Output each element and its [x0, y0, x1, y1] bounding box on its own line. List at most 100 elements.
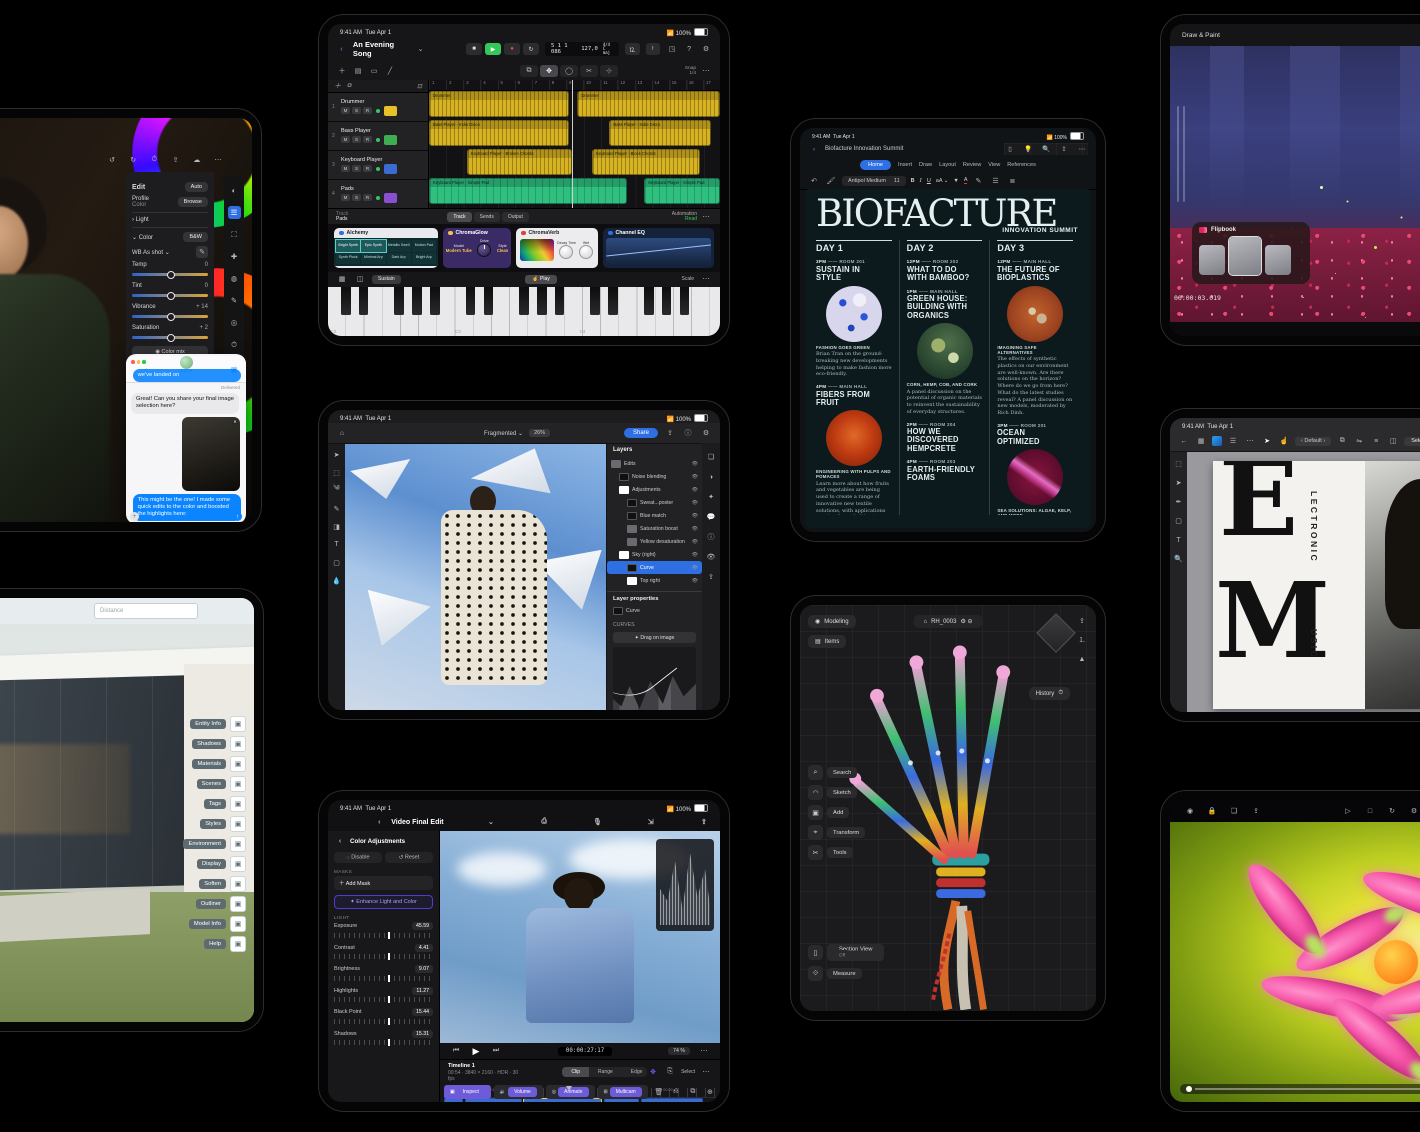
viewer-zoom[interactable]: 74 %: [668, 1047, 690, 1055]
layer-row[interactable]: Top right👁: [607, 574, 702, 587]
help-icon[interactable]: ?: [683, 43, 695, 55]
property-item[interactable]: Curve: [613, 602, 696, 619]
light-section[interactable]: › Light: [132, 217, 149, 223]
share-button[interactable]: Share: [624, 428, 658, 438]
brush-tool-icon[interactable]: ✎: [331, 503, 342, 514]
stop-icon[interactable]: □: [1364, 805, 1376, 817]
keyboard-icon[interactable]: ▦: [336, 273, 348, 285]
thumbnail-icon[interactable]: ⎘: [664, 1066, 676, 1078]
mute-button[interactable]: M: [341, 194, 350, 201]
tool-item[interactable]: ▣ Add: [808, 805, 865, 820]
panel-button[interactable]: Soften ▣: [183, 876, 246, 892]
zoom-level[interactable]: 26%: [529, 429, 550, 437]
project-title[interactable]: Video Final Edit: [391, 819, 443, 826]
alchemy-preset[interactable]: Motion Pad: [412, 240, 436, 252]
plugin-chromaverb[interactable]: ChromaVerb Decay Time Wet: [516, 228, 598, 268]
adjustment-slider[interactable]: Highlights 11.27: [334, 987, 433, 1003]
curves-section[interactable]: CURVES: [613, 622, 696, 628]
adjust-icon[interactable]: ◑: [705, 471, 717, 483]
flip-icon[interactable]: ⇋: [1353, 435, 1365, 447]
layer-row[interactable]: Blue match👁: [607, 509, 702, 522]
timeline-tab[interactable]: Range: [589, 1067, 622, 1077]
more-icon[interactable]: ⋯: [212, 154, 224, 166]
solo-button[interactable]: S: [352, 165, 361, 172]
region[interactable]: Keyboard Player - Simple Pad: [429, 178, 627, 204]
lcd-display[interactable]: 5 1 1 086127,0 4/4C maj: [545, 42, 619, 56]
auto-button[interactable]: Auto: [185, 182, 208, 192]
lock-icon[interactable]: 🔒: [1206, 805, 1218, 817]
share-icon[interactable]: ⇪: [170, 154, 182, 166]
panel-button-icon[interactable]: ▣: [230, 756, 246, 772]
alchemy-preset[interactable]: Synth Pluck: [336, 253, 360, 265]
region[interactable]: Drummer: [429, 91, 569, 117]
alchemy-preset[interactable]: Minimal Arp: [361, 253, 385, 265]
back-icon[interactable]: ‹: [373, 816, 385, 828]
modeling-menu[interactable]: ◉ Modeling: [808, 615, 856, 628]
adjust-icon[interactable]: ☰: [228, 206, 241, 219]
project-title[interactable]: Draw & Paint: [1182, 32, 1220, 39]
play-icon[interactable]: ▷: [1342, 805, 1354, 817]
play-button[interactable]: ▶: [485, 43, 501, 55]
solo-button[interactable]: S: [352, 136, 361, 143]
ribbon-tab[interactable]: References: [1007, 162, 1036, 168]
more-icon[interactable]: ⋯: [1244, 435, 1256, 447]
bw-button[interactable]: B&W: [183, 232, 208, 242]
more-icon[interactable]: ⋯: [698, 1045, 710, 1057]
layer-row[interactable]: Noise blending👁: [607, 470, 702, 483]
timeline-tab[interactable]: Edge: [622, 1067, 647, 1077]
info-icon[interactable]: ⓘ: [682, 427, 694, 439]
lens-icon[interactable]: ◎: [228, 316, 241, 329]
layers-icon[interactable]: ❏: [1228, 805, 1240, 817]
document-page[interactable]: BIOFACTURE INNOVATION SUMMIT DAY 1 3PM —…: [806, 189, 1090, 528]
metronome-icon[interactable]: ⍿: [646, 43, 661, 55]
panel-button[interactable]: Tags ▣: [183, 796, 246, 812]
alchemy-preset[interactable]: Metallic Swell: [387, 240, 411, 252]
tool-icon[interactable]: ▣: [808, 805, 823, 820]
flipbook-panel[interactable]: Flipbook: [1192, 222, 1310, 284]
lightbulb-icon[interactable]: 💡: [1022, 143, 1034, 155]
canvas[interactable]: E LECTRONIC M USIC: [1187, 451, 1420, 712]
overwrite-icon[interactable]: ⧉: [687, 1086, 699, 1098]
ribbon-tab[interactable]: Review: [963, 162, 981, 168]
photo-attachment[interactable]: ✕: [182, 417, 240, 491]
layer-row[interactable]: Edits👁: [607, 457, 702, 470]
avatar[interactable]: [180, 356, 193, 369]
add-track-icon[interactable]: ＋: [336, 65, 348, 77]
panel-button-icon[interactable]: ▣: [230, 716, 246, 732]
font-selector[interactable]: Antipol Medium11: [842, 176, 906, 186]
export-icon[interactable]: ⇪: [698, 816, 710, 828]
panel-button-icon[interactable]: ▣: [230, 916, 246, 932]
regions-view-icon[interactable]: ▤: [352, 65, 364, 77]
slider-track[interactable]: [132, 273, 208, 276]
appearance-icon[interactable]: ▲: [1076, 653, 1088, 665]
layer-row[interactable]: Adjustments👁: [607, 483, 702, 496]
menu-icon[interactable]: ☰: [1227, 435, 1239, 447]
pages-icon[interactable]: ▦: [1195, 435, 1207, 447]
loop-tool-icon[interactable]: ◯: [560, 65, 578, 77]
layers-icon[interactable]: ❏: [705, 451, 717, 463]
render-viewport[interactable]: [1170, 822, 1420, 1102]
align-icon[interactable]: ≡: [1370, 435, 1382, 447]
footer-tab[interactable]: Sends: [474, 212, 500, 222]
document-name[interactable]: ⌂ RH_0003 ⚙ ⊖: [913, 615, 982, 628]
record-enable-button[interactable]: R: [363, 107, 372, 114]
share-icon[interactable]: ⇪: [1058, 143, 1070, 155]
plugin-channel-eq[interactable]: Channel EQ: [603, 228, 714, 268]
song-title[interactable]: An Evening Song: [353, 40, 409, 58]
multicam-button[interactable]: ⊞ Multicam: [598, 1085, 648, 1099]
export-icon[interactable]: ⇪: [705, 571, 717, 583]
history-button[interactable]: History ⏱: [1029, 687, 1070, 700]
tool-icon[interactable]: ◠: [808, 785, 823, 800]
close-icon[interactable]: ✕: [232, 419, 238, 425]
mute-button[interactable]: M: [341, 107, 350, 114]
count-in-button[interactable]: ⒓: [625, 43, 640, 55]
panel-button[interactable]: Shadows ▣: [183, 736, 246, 752]
add-track-icon[interactable]: ＋: [334, 81, 341, 91]
panel-button-icon[interactable]: ▣: [230, 836, 246, 852]
timeline-scrubber[interactable]: [1180, 1084, 1420, 1094]
shape-tool-icon[interactable]: ▢: [1173, 515, 1185, 527]
record-enable-button[interactable]: R: [363, 194, 372, 201]
curves-histogram[interactable]: [613, 647, 696, 710]
distance-input[interactable]: Distance: [94, 603, 198, 619]
boolean-icon[interactable]: ◫: [1387, 435, 1399, 447]
